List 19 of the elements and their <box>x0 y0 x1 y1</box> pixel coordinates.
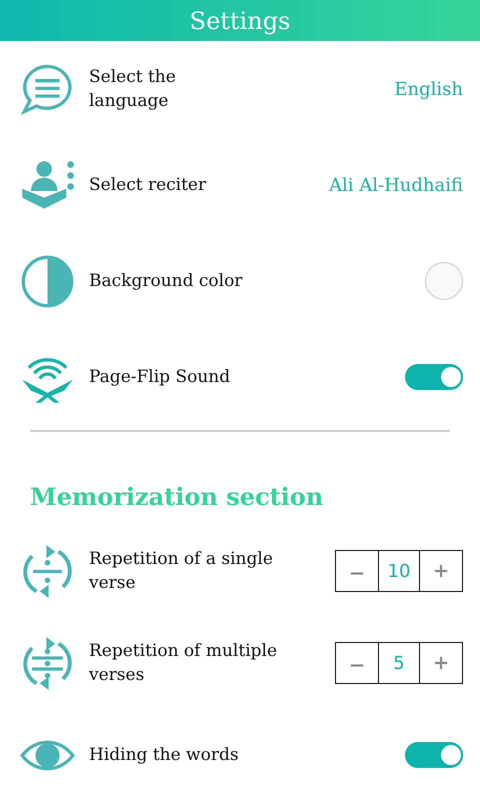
section-title: Memorization section <box>29 481 324 513</box>
plus-icon <box>434 656 448 670</box>
toggle-switch[interactable] <box>405 742 463 768</box>
setting-value[interactable]: Ali Al-Hudhaifi <box>329 174 463 196</box>
color-swatch[interactable] <box>425 262 463 300</box>
minus-icon <box>350 572 364 574</box>
setting-label: Page-Flip Sound <box>89 366 232 389</box>
setting-label: Repetition of a single verse <box>89 548 274 595</box>
minus-icon <box>350 664 364 666</box>
setting-label: Select reciter <box>89 174 208 197</box>
toggle-switch[interactable] <box>405 364 463 390</box>
screen-title: Settings <box>190 6 290 34</box>
contrast-icon <box>20 254 75 308</box>
plus-icon <box>434 564 448 578</box>
setting-value[interactable]: English <box>394 78 463 100</box>
setting-label: Background color <box>89 270 244 293</box>
setting-label: Select the language <box>89 66 177 113</box>
setting-label: Hiding the words <box>89 744 240 767</box>
setting-label: Repetition of multiple verses <box>89 640 278 687</box>
